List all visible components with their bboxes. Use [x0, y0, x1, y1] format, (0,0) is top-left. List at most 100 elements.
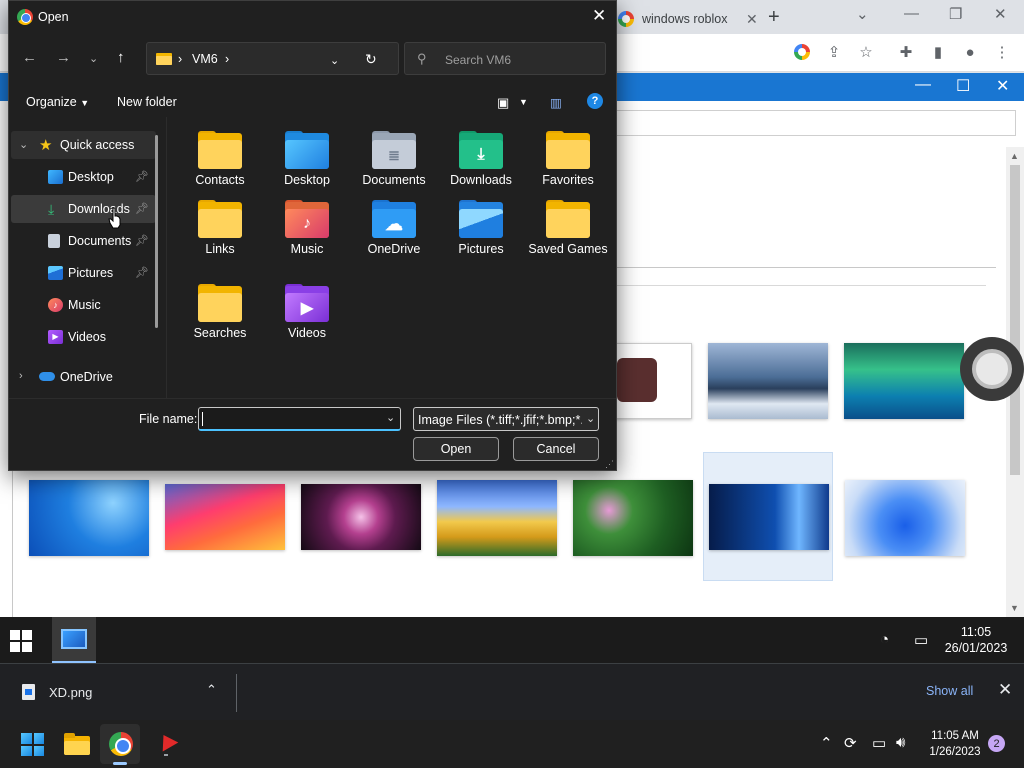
menu-icon[interactable]: ⋮: [992, 42, 1012, 62]
pin-icon: 📌︎: [135, 235, 149, 247]
file-item-downloads[interactable]: ⤓ Downloads: [438, 131, 524, 188]
nav-pane-scrollbar[interactable]: [155, 135, 158, 328]
wallpaper-thumb[interactable]: [844, 343, 964, 419]
address-dropdown-icon[interactable]: ⌄: [330, 54, 339, 67]
tab-close-icon[interactable]: ✕: [746, 11, 758, 28]
file-item-searches[interactable]: Searches: [177, 284, 263, 341]
nav-item-desktop[interactable]: Desktop 📌︎: [11, 163, 156, 191]
side-panel-icon[interactable]: ▮: [928, 42, 948, 62]
chevron-up-icon[interactable]: ⌃: [206, 682, 217, 698]
forward-arrow-icon[interactable]: →: [56, 49, 71, 66]
restore-icon[interactable]: ❐: [949, 5, 962, 23]
chevron-right-icon[interactable]: ›: [19, 370, 23, 382]
scroll-thumb[interactable]: [1010, 165, 1020, 475]
file-item-documents[interactable]: ≣ Documents: [351, 131, 437, 188]
nav-item-videos[interactable]: ▶ Videos: [11, 323, 156, 351]
chrome-taskbar-button[interactable]: [100, 724, 140, 764]
chevron-down-icon[interactable]: ⌄: [19, 138, 28, 151]
file-item-links[interactable]: Links: [177, 200, 263, 257]
new-folder-button[interactable]: New folder: [117, 95, 177, 109]
organize-menu[interactable]: Organize ▼: [26, 95, 89, 109]
close-window-icon[interactable]: ✕: [994, 5, 1007, 23]
windows-start-button[interactable]: [21, 733, 44, 756]
remote-maximize-icon[interactable]: ☐: [956, 76, 970, 96]
file-item-favorites[interactable]: Favorites: [525, 131, 611, 188]
file-item-videos[interactable]: ▶ Videos: [264, 284, 350, 341]
vm-taskbar-app[interactable]: [52, 617, 96, 663]
dialog-close-icon[interactable]: ✕: [592, 6, 606, 26]
new-tab-button[interactable]: +: [768, 6, 780, 29]
wallpaper-thumb[interactable]: [709, 484, 829, 550]
dropdown-arrow-icon: ▼: [80, 98, 90, 108]
image-file-icon: [22, 684, 35, 700]
download-item-name[interactable]: XD.png: [49, 685, 92, 700]
battery-icon[interactable]: ▭: [914, 631, 928, 649]
cancel-button[interactable]: Cancel: [513, 437, 599, 461]
refresh-icon[interactable]: ↻: [365, 51, 377, 68]
up-arrow-icon[interactable]: ↑: [117, 49, 125, 66]
file-item-label: Desktop: [284, 173, 330, 187]
remote-close-icon[interactable]: ✕: [996, 76, 1009, 96]
help-icon[interactable]: ?: [587, 93, 603, 109]
file-item-desktop[interactable]: Desktop: [264, 131, 350, 188]
wallpaper-thumb[interactable]: [165, 484, 285, 550]
wallpaper-thumb[interactable]: [845, 480, 965, 556]
file-item-onedrive[interactable]: ☁ OneDrive: [351, 200, 437, 257]
sync-icon[interactable]: ⟳: [844, 734, 857, 752]
vm-clock[interactable]: 11:05 26/01/2023: [936, 624, 1016, 656]
file-item-contacts[interactable]: Contacts: [177, 131, 263, 188]
network-icon[interactable]: ◔: [880, 631, 889, 648]
file-item-music[interactable]: ♪ Music: [264, 200, 350, 257]
vm-start-button[interactable]: [10, 630, 32, 652]
extensions-icon[interactable]: ✚: [896, 42, 916, 62]
wallpaper-thumb[interactable]: [301, 484, 421, 550]
search-box[interactable]: ⚲ Search VM6: [404, 42, 606, 75]
chevron-up-tray-icon[interactable]: ⌃: [820, 734, 833, 752]
remote-address-field[interactable]: [612, 110, 1016, 136]
resize-grip-icon[interactable]: ⋰: [605, 459, 614, 470]
close-shelf-icon[interactable]: ✕: [998, 680, 1012, 700]
open-button[interactable]: Open: [413, 437, 499, 461]
share-icon[interactable]: ⇪: [824, 42, 844, 62]
hand-cursor-icon: [108, 207, 121, 229]
file-item-pictures[interactable]: Pictures: [438, 200, 524, 257]
scroll-down-icon[interactable]: ▼: [1010, 603, 1019, 613]
file-explorer-icon[interactable]: [64, 733, 90, 755]
profile-icon[interactable]: ●: [960, 42, 980, 62]
view-options-icon[interactable]: ▣: [497, 95, 509, 111]
recent-locations-icon[interactable]: ⌄: [89, 52, 98, 65]
wallpaper-thumb[interactable]: [437, 480, 557, 556]
bookmark-star-icon[interactable]: ☆: [856, 42, 876, 62]
nav-item-downloads[interactable]: ⤓ Downloads 📌︎: [11, 195, 156, 223]
back-arrow-icon[interactable]: ←: [22, 49, 37, 66]
wallpaper-thumb[interactable]: [573, 480, 693, 556]
nav-item-quick-access[interactable]: ⌄ ★ Quick access: [11, 131, 156, 159]
preview-pane-icon[interactable]: ▥: [550, 95, 562, 110]
file-name-input[interactable]: [198, 407, 401, 431]
file-item-saved-games[interactable]: Saved Games: [525, 200, 611, 257]
minimize-icon[interactable]: —: [904, 5, 919, 22]
display-icon[interactable]: ▭: [872, 734, 886, 752]
view-dropdown-icon[interactable]: ▼: [519, 97, 528, 107]
breadcrumb-vm6[interactable]: VM6: [192, 52, 218, 66]
wallpaper-thumb[interactable]: [708, 343, 828, 419]
tab-search-icon[interactable]: ⌄: [856, 5, 869, 23]
file-type-dropdown[interactable]: Image Files (*.tiff;*.jfif;*.bmp;*.p ⌄: [413, 407, 599, 431]
browser-tab[interactable]: windows roblox ✕: [612, 4, 762, 34]
floating-assistive-button[interactable]: [960, 337, 1024, 401]
chevron-down-icon[interactable]: ⌄: [386, 411, 395, 424]
scroll-up-icon[interactable]: ▲: [1010, 151, 1019, 161]
wallpaper-thumb[interactable]: [29, 480, 149, 556]
show-all-link[interactable]: Show all: [926, 684, 973, 698]
host-clock[interactable]: 11:05 AM 1/26/2023: [918, 728, 992, 760]
google-lens-icon[interactable]: [792, 42, 812, 62]
notification-badge[interactable]: 2: [988, 735, 1005, 752]
address-bar[interactable]: › VM6 › ⌄ ↻: [146, 42, 399, 75]
remote-minimize-icon[interactable]: —: [915, 76, 931, 94]
nav-item-pictures[interactable]: Pictures 📌︎: [11, 259, 156, 287]
nav-item-documents[interactable]: Documents 📌︎: [11, 227, 156, 255]
nav-item-music[interactable]: ♪ Music: [11, 291, 156, 319]
nav-item-onedrive[interactable]: › OneDrive: [11, 363, 156, 391]
volume-icon[interactable]: 🔊︎: [896, 734, 905, 751]
remote-app-icon[interactable]: [155, 730, 179, 756]
